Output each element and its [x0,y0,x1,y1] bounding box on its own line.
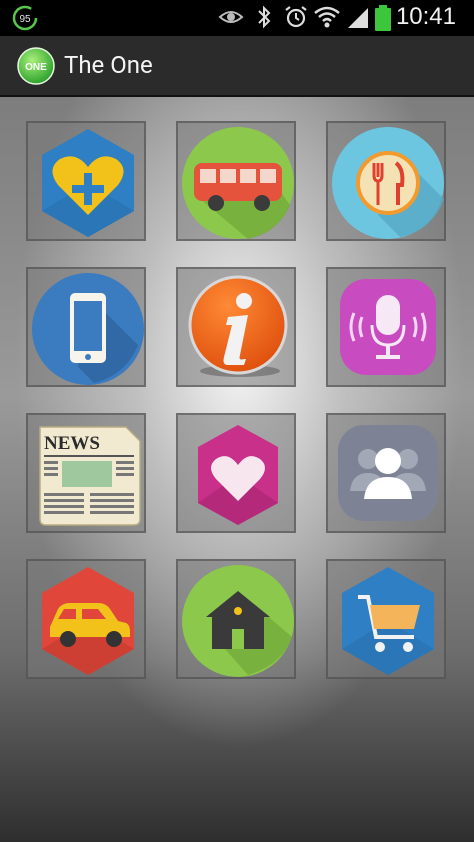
battery-saver-icon: 95 [12,5,38,31]
tile-car[interactable] [26,559,146,679]
eye-icon [218,11,244,23]
tile-home[interactable] [176,559,296,679]
tile-restaurant[interactable] [326,121,446,241]
info-icon [188,275,288,377]
contacts-icon [338,425,438,521]
status-bar: 95 10:41 [0,0,474,36]
app-title: The One [64,51,153,79]
app-logo[interactable]: ONE [17,47,55,85]
tile-health[interactable] [26,121,146,241]
home-icon [182,565,294,677]
tile-shopping[interactable] [326,559,446,679]
shopping-cart-icon [342,567,434,675]
signal-icon [348,8,368,28]
battery-level-text: 95 [19,14,31,25]
battery-icon [375,5,391,31]
bus-icon [182,127,294,239]
tile-voice[interactable] [326,267,446,387]
app-bar: ONE The One [0,36,474,97]
wifi-icon [314,6,340,28]
alarm-icon [285,6,307,28]
tile-phone[interactable] [26,267,146,387]
microphone-icon [340,279,436,375]
heart-plus-icon [42,129,134,237]
restaurant-icon [332,127,444,239]
tile-info[interactable] [176,267,296,387]
bluetooth-icon [258,5,271,29]
smartphone-icon [32,273,144,385]
app-logo-text: ONE [25,62,47,73]
tile-favorites[interactable] [176,413,296,533]
tile-transport[interactable] [176,121,296,241]
newspaper-icon: NEWS [39,426,141,526]
heart-icon [198,425,278,525]
tile-news[interactable]: NEWS [26,413,146,533]
icon-grid: NEWS [0,97,474,842]
clock-time: 10:41 [395,3,456,30]
news-masthead: NEWS [44,433,100,454]
tile-contacts[interactable] [326,413,446,533]
car-icon [42,567,134,675]
